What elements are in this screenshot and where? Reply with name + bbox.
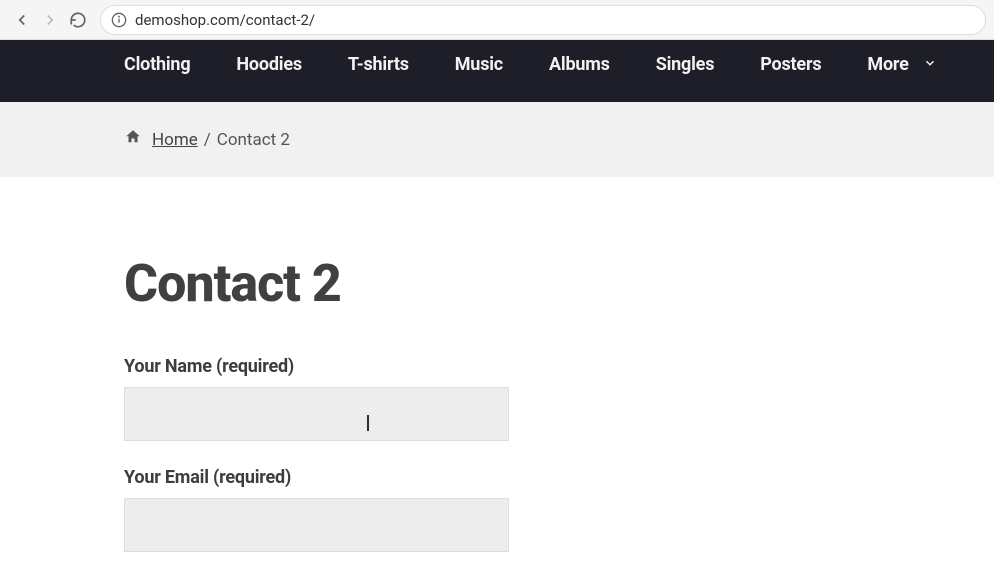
browser-toolbar: demoshop.com/contact-2/ [0, 0, 994, 40]
arrow-left-icon [13, 11, 31, 29]
email-input[interactable] [124, 498, 509, 552]
name-input[interactable] [124, 387, 509, 441]
nav-item-more[interactable]: More [867, 54, 936, 75]
name-label: Your Name (required) [124, 356, 994, 377]
email-label: Your Email (required) [124, 467, 994, 488]
breadcrumb-separator: / [204, 130, 211, 150]
breadcrumb: Home / Contact 2 [0, 102, 994, 177]
back-button[interactable] [8, 6, 36, 34]
url-text: demoshop.com/contact-2/ [135, 11, 315, 29]
page-title: Contact 2 [124, 253, 994, 314]
nav-item-clothing[interactable]: Clothing [124, 54, 190, 75]
arrow-right-icon [41, 11, 59, 29]
forward-button[interactable] [36, 6, 64, 34]
breadcrumb-current: Contact 2 [217, 130, 290, 150]
reload-icon [69, 11, 87, 29]
nav-item-singles[interactable]: Singles [656, 54, 715, 75]
nav-item-hoodies[interactable]: Hoodies [236, 54, 302, 75]
breadcrumb-home-link[interactable]: Home [152, 130, 198, 150]
reload-button[interactable] [64, 6, 92, 34]
site-info-icon[interactable] [111, 12, 127, 28]
nav-more-label: More [867, 54, 908, 75]
primary-nav: Clothing Hoodies T-shirts Music Albums S… [0, 40, 994, 102]
info-icon [111, 12, 127, 28]
nav-item-posters[interactable]: Posters [760, 54, 821, 75]
chevron-down-icon [923, 54, 937, 75]
home-icon[interactable] [124, 128, 142, 151]
address-bar[interactable]: demoshop.com/contact-2/ [100, 5, 986, 35]
nav-item-tshirts[interactable]: T-shirts [348, 54, 409, 75]
nav-item-music[interactable]: Music [455, 54, 503, 75]
page-content: Contact 2 Your Name (required) Your Emai… [0, 177, 994, 578]
nav-item-albums[interactable]: Albums [549, 54, 610, 75]
